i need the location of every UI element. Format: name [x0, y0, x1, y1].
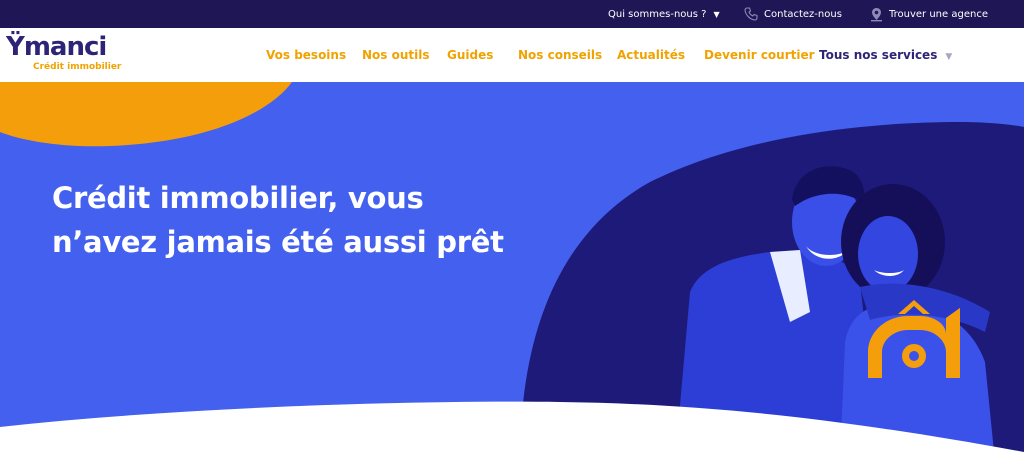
who-are-we-menu[interactable]: Qui sommes-nous ? ▼ [608, 0, 720, 28]
chevron-down-icon: ▼ [945, 52, 953, 62]
nav-item-nos-conseils[interactable]: Nos conseils [518, 28, 602, 82]
nav-item-nos-outils[interactable]: Nos outils [362, 28, 430, 82]
nav-item-devenir-courtier[interactable]: Devenir courtier [704, 28, 815, 82]
find-agency-link[interactable]: Trouver une agence [870, 0, 988, 28]
chevron-down-icon: ▼ [713, 9, 720, 19]
nav-menu: Vos besoins Nos outils Guides Nos consei… [0, 28, 1024, 82]
phone-icon [744, 7, 758, 21]
nav-item-tous-nos-services[interactable]: Tous nos services ▼ [819, 28, 952, 82]
hero-banner: Crédit immobilier, vous n’avez jamais ét… [0, 82, 1024, 462]
nav-item-vos-besoins[interactable]: Vos besoins [266, 28, 346, 82]
nav-item-tous-nos-services-label: Tous nos services [819, 48, 938, 62]
who-are-we-label: Qui sommes-nous ? [608, 8, 707, 20]
white-wave-shape [0, 401, 1024, 462]
nav-item-actualites[interactable]: Actualités [617, 28, 685, 82]
main-navbar: Ÿmanci Crédit immobilier Vos besoins Nos… [0, 28, 1024, 82]
top-utility-bar: Qui sommes-nous ? ▼ Contactez-nous Trouv… [0, 0, 1024, 28]
find-agency-label: Trouver une agence [889, 8, 988, 20]
nav-item-guides[interactable]: Guides [447, 28, 493, 82]
contact-link[interactable]: Contactez-nous [744, 0, 842, 28]
contact-label: Contactez-nous [764, 8, 842, 20]
location-pin-icon [871, 7, 882, 21]
